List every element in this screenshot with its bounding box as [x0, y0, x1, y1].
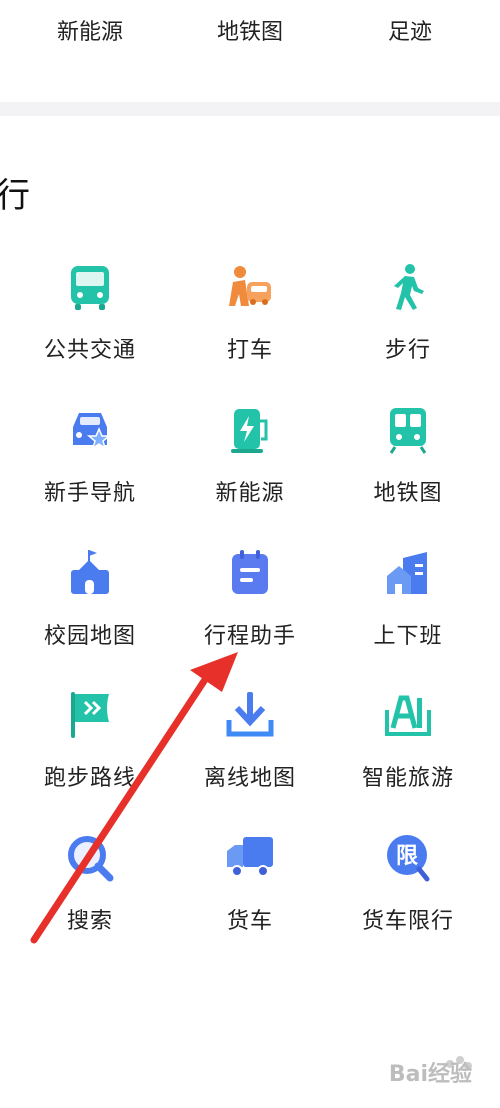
top-shortcut-row: 新能源 地铁图 足迹	[0, 0, 500, 100]
top-item-new-energy[interactable]: 新能源	[20, 14, 160, 46]
grid-item-novice-navigation[interactable]: 新手导航	[10, 405, 170, 535]
flag-icon	[71, 692, 109, 738]
grid-label: 跑步路线	[43, 766, 136, 791]
grid-label: 地铁图	[373, 481, 443, 506]
taxi-icon	[229, 266, 271, 306]
grid-label: 新手导航	[43, 481, 136, 506]
bus-icon	[71, 266, 109, 310]
top-item-footprint[interactable]: 足迹	[340, 14, 480, 46]
grid-label: 货车限行	[361, 909, 454, 934]
svg-text:限: 限	[396, 844, 418, 869]
walk-icon	[394, 264, 424, 310]
section-title: 行	[0, 176, 30, 216]
grid-label: 行程助手	[203, 624, 296, 649]
grid-item-offline-map[interactable]: 离线地图	[170, 690, 330, 820]
truck-restriction-icon: 限	[387, 835, 430, 882]
grid-item-search[interactable]: 搜索	[10, 833, 170, 963]
grid-label: 新能源	[215, 481, 285, 506]
top-item-subway-map[interactable]: 地铁图	[180, 14, 320, 46]
grid-label: 打车	[226, 338, 273, 363]
grid-item-walk[interactable]: 步行	[328, 262, 488, 392]
download-icon	[226, 692, 274, 737]
commute-building-icon	[387, 552, 427, 594]
grid-item-taxi[interactable]: 打车	[170, 262, 330, 392]
section-divider	[0, 102, 500, 116]
novice-car-icon	[73, 413, 112, 450]
search-icon	[68, 836, 114, 882]
subway-icon	[389, 408, 427, 454]
grid-item-truck[interactable]: 货车	[170, 833, 330, 963]
charging-station-icon	[231, 409, 268, 453]
grid-item-campus-map[interactable]: 校园地图	[10, 548, 170, 678]
grid-label: 公共交通	[43, 338, 136, 363]
grid-label: 上下班	[373, 624, 443, 649]
watermark-text: Bai经验	[388, 1062, 472, 1087]
calendar-icon	[232, 550, 268, 594]
grid-item-public-transit[interactable]: 公共交通	[10, 262, 170, 392]
ai-tour-icon	[385, 695, 431, 736]
grid-item-running-route[interactable]: 跑步路线	[10, 690, 170, 820]
grid-item-subway-map[interactable]: 地铁图	[328, 405, 488, 535]
grid-label: 离线地图	[203, 766, 296, 791]
campus-icon	[71, 550, 109, 594]
grid-label: 货车	[226, 909, 273, 934]
grid-item-trip-assistant[interactable]: 行程助手	[170, 548, 330, 678]
grid-label: 步行	[384, 338, 431, 363]
grid-label: 智能旅游	[361, 766, 454, 791]
truck-icon	[227, 837, 273, 877]
grid-item-smart-tour[interactable]: 智能旅游	[328, 690, 488, 820]
grid-item-new-energy[interactable]: 新能源	[170, 405, 330, 535]
grid-label: 校园地图	[43, 624, 136, 649]
grid-item-truck-restriction[interactable]: 限 货车限行	[328, 833, 488, 963]
grid-label: 搜索	[66, 909, 113, 934]
grid-item-commute[interactable]: 上下班	[328, 548, 488, 678]
